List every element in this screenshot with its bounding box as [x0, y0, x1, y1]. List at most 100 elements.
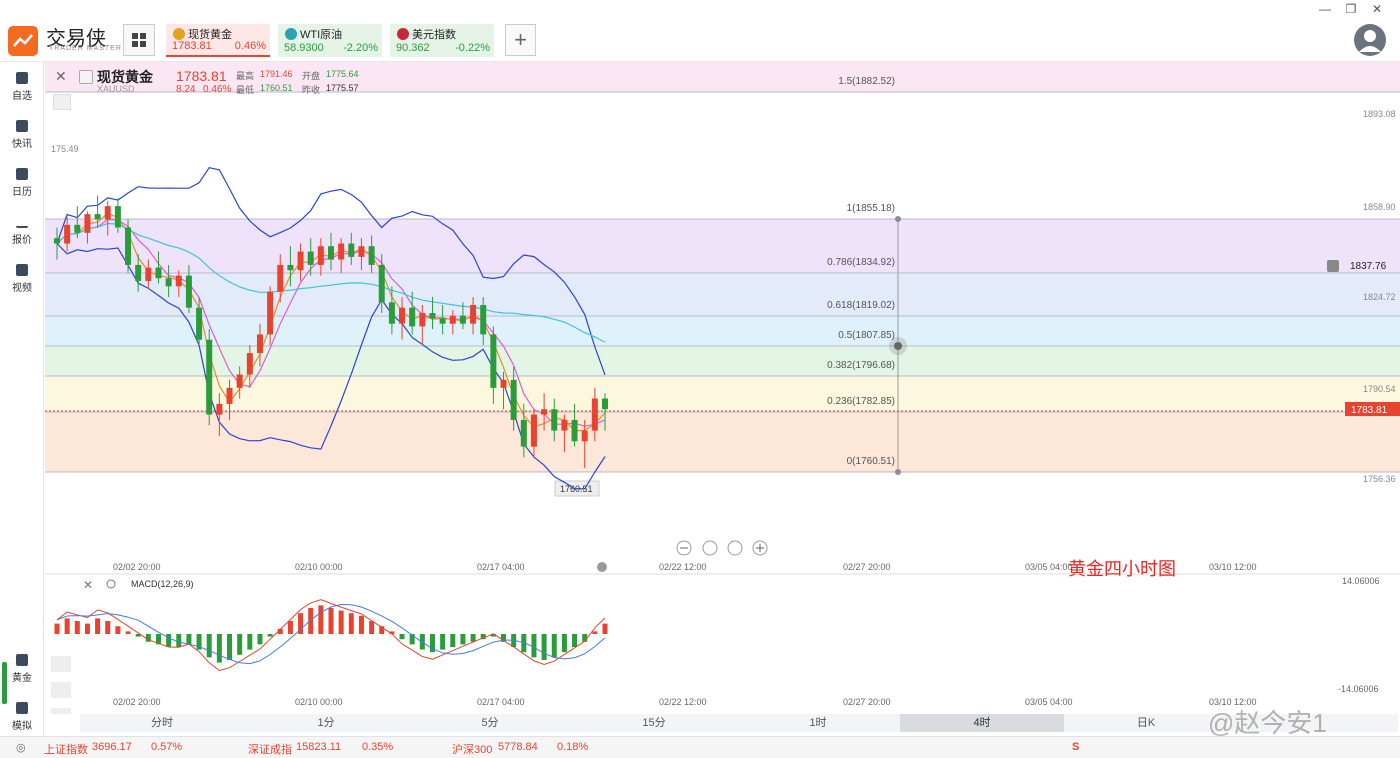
sidebar-item-demo[interactable]: 模拟	[0, 702, 44, 732]
macd-bar	[450, 634, 456, 647]
open-value: 1775.64	[326, 69, 359, 79]
close-icon[interactable]: ✕	[1364, 2, 1390, 16]
x-axis-tick: 03/10 12:00	[1209, 562, 1257, 572]
fib-level-label: 1.5(1882.52)	[838, 76, 895, 87]
sidebar-item-gold[interactable]: 黄金	[0, 654, 44, 684]
skip-back-icon[interactable]	[702, 540, 718, 556]
x-axis-tick: 02/22 12:00	[659, 697, 707, 707]
headset-icon[interactable]: ◎	[16, 741, 26, 754]
macd-close-icon[interactable]: ✕	[83, 578, 93, 592]
close-chart-icon[interactable]: ✕	[55, 68, 67, 85]
fib-level-label: 0.786(1834.92)	[827, 257, 895, 268]
candle-body	[256, 334, 263, 354]
news-icon	[16, 120, 28, 132]
candle-body	[399, 307, 406, 324]
candle-body	[439, 318, 446, 324]
sidebar-item-quotes[interactable]: 报价	[0, 216, 44, 246]
index-value: 5778.84	[498, 741, 538, 753]
sidebar-item-label: 模拟	[12, 721, 32, 732]
period-tick[interactable]: 分时	[80, 714, 244, 732]
candle-body	[449, 315, 456, 324]
x-axis-tick: 02/02 20:00	[113, 697, 161, 707]
scroll-end-icon[interactable]	[597, 562, 607, 572]
restore-icon[interactable]: ❐	[1338, 2, 1364, 16]
symbol-change-pct: 0.46%	[203, 84, 232, 95]
current-price-tag-text: 1783.81	[1351, 405, 1388, 416]
candle-body	[480, 304, 487, 335]
candle-body	[591, 398, 598, 431]
period-5min[interactable]: 5分	[408, 714, 572, 732]
period-4h[interactable]: 4时	[900, 714, 1064, 732]
trend-icon[interactable]	[51, 708, 71, 714]
quote-card-oil[interactable]: WTI原油 58.9300 -2.20%	[278, 24, 382, 57]
macd-bar	[551, 634, 557, 658]
ime-icon[interactable]: S	[1072, 741, 1079, 753]
index-value: 15823.11	[296, 741, 342, 753]
macd-bar	[358, 615, 364, 634]
indicator-icon[interactable]	[51, 656, 71, 672]
macd-bar	[308, 608, 314, 634]
price-chart[interactable]: 1.5(1882.52) 1(1855.18) 0.786(1834.92) 0.61…	[45, 62, 1400, 714]
chart-line-icon	[16, 216, 28, 228]
candle-body	[165, 278, 172, 287]
macd-bar	[369, 621, 375, 634]
avatar[interactable]	[1354, 24, 1386, 56]
candle-body	[328, 246, 334, 260]
fib-level-label: 0.382(1796.68)	[827, 360, 895, 371]
symbol-change: 8.24	[176, 84, 196, 95]
macd-bar	[561, 634, 567, 653]
sidebar-item-calendar[interactable]: 日历	[0, 168, 44, 198]
sidebar-item-video[interactable]: 视频	[0, 264, 44, 294]
quote-value: 1783.81	[172, 40, 212, 52]
candle-body	[104, 206, 111, 220]
bell-icon[interactable]	[1327, 260, 1339, 272]
macd-bar	[470, 634, 476, 642]
macd-bar	[237, 634, 243, 655]
candle-body	[246, 353, 253, 375]
candle-body	[409, 307, 416, 327]
candle-body	[581, 430, 588, 442]
minimize-icon[interactable]: —	[1312, 2, 1338, 16]
quote-card-usd-index[interactable]: 美元指数 90.362 -0.22%	[390, 24, 494, 57]
macd-bar	[84, 623, 90, 634]
watchlist-icon	[16, 72, 28, 84]
macd-bar	[247, 634, 253, 650]
index-value: 3696.17	[92, 741, 132, 753]
add-quote-button[interactable]: +	[505, 24, 536, 56]
candle-body	[470, 304, 477, 324]
macd-settings-icon[interactable]	[106, 579, 116, 589]
draw-icon[interactable]	[51, 682, 71, 698]
quote-pct: -0.22%	[455, 42, 490, 54]
macd-bar	[602, 623, 608, 634]
period-15min[interactable]: 15分	[572, 714, 736, 732]
macd-bar	[176, 634, 182, 647]
grid-view-button[interactable]	[123, 24, 155, 56]
candle-body	[155, 267, 162, 279]
quote-name: 美元指数	[412, 29, 456, 41]
period-1min[interactable]: 1分	[244, 714, 408, 732]
x-axis-tick: 02/17 04:00	[477, 697, 525, 707]
period-daily[interactable]: 日K	[1064, 714, 1228, 732]
quote-card-gold[interactable]: 现货黄金 1783.81 0.46%	[166, 24, 270, 57]
chart-nav-controls	[676, 540, 768, 556]
skip-forward-icon[interactable]	[727, 540, 743, 556]
candle-body	[64, 224, 71, 244]
period-1h[interactable]: 1时	[736, 714, 900, 732]
candle-body	[84, 214, 91, 233]
sidebar-item-watchlist[interactable]: 自选	[0, 72, 44, 102]
macd-bar	[592, 631, 598, 634]
x-axis-tick: 02/22 12:00	[659, 562, 707, 572]
candle-body	[196, 307, 203, 340]
candle-body	[206, 339, 213, 415]
sidebar-item-news[interactable]: 快讯	[0, 120, 44, 150]
candle-body	[571, 419, 578, 442]
drawing-tool-button[interactable]	[53, 94, 71, 110]
chart-area[interactable]: 1.5(1882.52) 1(1855.18) 0.786(1834.92) 0.61…	[45, 62, 1400, 736]
macd-bar	[338, 610, 344, 634]
logo-icon	[8, 26, 38, 56]
x-axis-tick: 03/05 04:00	[1025, 562, 1073, 572]
candle-body	[510, 379, 517, 420]
candle-body	[317, 246, 324, 265]
candle-body	[287, 264, 294, 271]
chart-annotation: 黄金四小时图	[1068, 559, 1176, 579]
